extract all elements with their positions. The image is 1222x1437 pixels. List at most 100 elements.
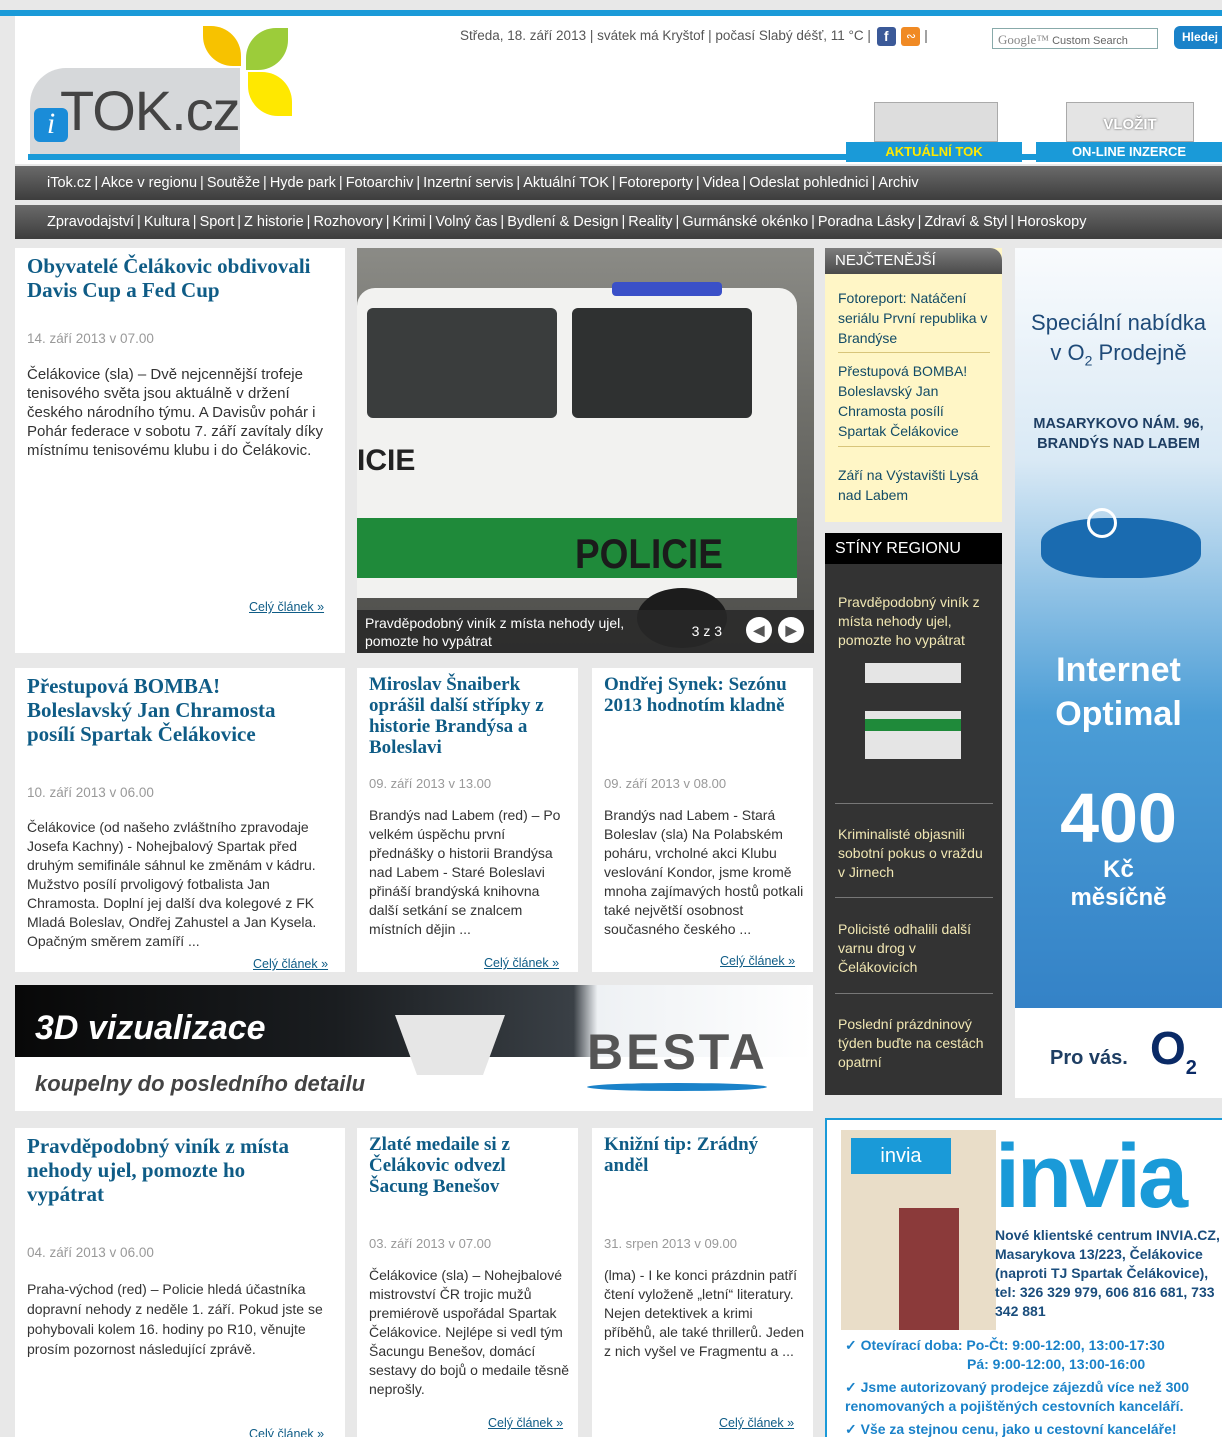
article-perex: Čelákovice (sla) – Nohejbalové mistrovst…	[369, 1267, 570, 1397]
article-title[interactable]: Ondřej Synek: Sezónu 2013 hodnotím kladn…	[604, 674, 804, 716]
stiny-item[interactable]: Kriminalisté objasnili sobotní pokus o v…	[838, 825, 993, 882]
site-logo[interactable]: TOK.cz	[60, 78, 241, 143]
nav-separator: |	[94, 175, 99, 191]
article-perex: Čelákovice (od našeho zvláštního zpravod…	[27, 819, 317, 949]
article-card: Ondřej Synek: Sezónu 2013 hodnotím kladn…	[592, 668, 813, 972]
main-nav-item[interactable]: Aktuální TOK	[523, 175, 609, 191]
nav-separator: |	[416, 175, 421, 191]
nav-separator: |	[742, 175, 747, 191]
article-perex: (lma) - I ke konci prázdnin patří čtení …	[604, 1267, 805, 1359]
nav-separator: |	[871, 175, 876, 191]
section-nav-item[interactable]: Horoskopy	[1017, 214, 1086, 230]
section-nav-item[interactable]: Bydlení & Design	[507, 214, 618, 230]
storefront-photo: invia	[841, 1130, 996, 1330]
nav-separator: |	[675, 214, 680, 230]
article-perex: Brandýs nad Labem - Stará Boleslav (sla)…	[604, 807, 804, 937]
main-nav-item[interactable]: Odeslat pohlednici	[749, 175, 868, 191]
article-title[interactable]: Miroslav Šnaiberk oprášil další střípky …	[369, 674, 569, 758]
search-input[interactable]: Google™ Custom Search	[992, 28, 1158, 49]
nav-separator: |	[500, 214, 505, 230]
article-title[interactable]: Obyvatelé Čelákovic obdivovali Davis Cup…	[27, 254, 327, 302]
search-button[interactable]: Hledej	[1174, 26, 1222, 49]
next-arrow-icon[interactable]: ▶	[778, 617, 804, 643]
stiny-item[interactable]: Policisté odhalili další varnu drog v Če…	[838, 920, 993, 977]
article-title[interactable]: Pravděpodobný viník z místa nehody ujel,…	[27, 1134, 327, 1206]
nav-separator: |	[428, 214, 433, 230]
main-nav-item[interactable]: Akce v regionu	[101, 175, 197, 191]
section-nav-item[interactable]: Z historie	[244, 214, 304, 230]
section-nav-item[interactable]: Kultura	[144, 214, 190, 230]
nav-separator: |	[306, 214, 311, 230]
stiny-item[interactable]: Poslední prázdninový týden buďte na cest…	[838, 1015, 993, 1072]
article-date: 14. září 2013 v 07.00	[27, 331, 154, 346]
section-nav-item[interactable]: Zdraví & Styl	[924, 214, 1007, 230]
besta-banner[interactable]: 3D vizualizace BESTA koupelny do posledn…	[15, 985, 813, 1111]
hero-slideshow[interactable]: ICIE POLICIE Pravděpodobný viník z místa…	[357, 248, 814, 653]
article-date: 10. září 2013 v 06.00	[27, 785, 154, 800]
paper-boat-icon	[395, 1015, 505, 1075]
rss-icon[interactable]: ∾	[901, 27, 921, 46]
main-nav-item[interactable]: Fotoreporty	[619, 175, 693, 191]
read-more-link[interactable]: Celý článek »	[249, 600, 324, 614]
online-inzerce-banner[interactable]: VLOŽIT ON-LINE INZERCE	[1036, 102, 1222, 162]
hero-image-text: ICIE	[357, 444, 416, 477]
aktualni-tok-banner[interactable]: AKTUÁLNÍ TOK	[846, 102, 1022, 162]
section-nav-item[interactable]: Krimi	[393, 214, 426, 230]
read-more-link[interactable]: Celý článek »	[716, 954, 796, 968]
section-nav-item[interactable]: Sport	[200, 214, 235, 230]
most-read-item[interactable]: Přestupová BOMBA! Boleslavský Jan Chramo…	[838, 361, 990, 441]
section-nav-item[interactable]: Reality	[628, 214, 672, 230]
nav-separator: |	[137, 214, 141, 230]
read-more-link[interactable]: Celý článek »	[484, 956, 559, 970]
section-nav-item[interactable]: Poradna Lásky	[818, 214, 915, 230]
google-logo: Google™	[998, 32, 1050, 47]
online-inzerce-label: ON-LINE INZERCE	[1036, 142, 1222, 162]
invia-advertisement[interactable]: invia invia Nové klientské centrum INVIA…	[825, 1118, 1222, 1437]
main-nav-item[interactable]: Videa	[703, 175, 740, 191]
prev-arrow-icon[interactable]: ◀	[746, 617, 772, 643]
nav-separator: |	[1010, 214, 1015, 230]
most-read-box: NEJČTENĚJŠÍ Fotoreport: Natáčení seriálu…	[825, 248, 1002, 522]
main-nav-item[interactable]: iTok.cz	[47, 175, 91, 191]
article-title[interactable]: Zlaté medaile si z Čelákovic odvezl Šacu…	[369, 1134, 569, 1197]
o2-advertisement[interactable]: Speciální nabídka v O2 Prodejně MASARYKOV…	[1015, 248, 1222, 1098]
article-date: 03. září 2013 v 07.00	[369, 1236, 492, 1251]
most-read-item[interactable]: Fotoreport: Natáčení seriálu První repub…	[838, 288, 990, 348]
magazine-thumbnail	[874, 102, 998, 142]
main-nav-item[interactable]: Soutěže	[207, 175, 260, 191]
read-more-link[interactable]: Celý článek »	[719, 1416, 794, 1430]
article-date: 09. září 2013 v 13.00	[369, 776, 492, 791]
date-weather-line: Středa, 18. září 2013 | svátek má Kryšto…	[460, 27, 928, 46]
most-read-item[interactable]: Září na Výstavišti Lysá nad Labem	[838, 465, 990, 505]
section-nav-item[interactable]: Rozhovory	[313, 214, 382, 230]
nav-separator: |	[200, 175, 204, 191]
section-nav-item[interactable]: Volný čas	[435, 214, 497, 230]
nav-separator: |	[516, 175, 521, 191]
main-nav-item[interactable]: Archiv	[878, 175, 918, 191]
slide-counter: 3 z 3	[691, 623, 722, 639]
vlozit-image: VLOŽIT	[1066, 102, 1194, 142]
price: 400	[1060, 779, 1177, 857]
stiny-regionu-box: STÍNY REGIONU Pravděpodobný viník z míst…	[825, 533, 1002, 1095]
main-nav-item[interactable]: Inzertní servis	[423, 175, 513, 191]
article-title[interactable]: Knižní tip: Zrádný anděl	[604, 1134, 804, 1176]
besta-logo: BESTA	[587, 1024, 768, 1080]
most-read-heading: NEJČTENĚJŠÍ	[825, 248, 1002, 274]
read-more-link[interactable]: Celý článek »	[249, 957, 329, 971]
facebook-icon[interactable]: f	[876, 27, 896, 46]
date-line: Středa, 18. září 2013 | svátek má Kryšto…	[460, 28, 871, 44]
section-nav-item[interactable]: Zpravodajství	[47, 214, 134, 230]
article-title[interactable]: Přestupová BOMBA! Boleslavský Jan Chramo…	[27, 674, 327, 746]
location-pin-icon	[1087, 508, 1117, 538]
main-nav-item[interactable]: Hyde park	[270, 175, 336, 191]
article-perex: Brandýs nad Labem (red) – Po velkém úspě…	[369, 807, 561, 937]
stiny-thumbnail[interactable]	[865, 663, 961, 759]
article-date: 04. září 2013 v 06.00	[27, 1245, 154, 1260]
read-more-link[interactable]: Celý článek »	[484, 1416, 564, 1430]
main-nav-item[interactable]: Fotoarchiv	[346, 175, 414, 191]
section-nav-item[interactable]: Gurmánské okénko	[682, 214, 808, 230]
stiny-item[interactable]: Pravděpodobný viník z místa nehody ujel,…	[838, 593, 993, 650]
aktualni-tok-label: AKTUÁLNÍ TOK	[846, 142, 1022, 162]
stiny-heading: STÍNY REGIONU	[825, 533, 1002, 564]
read-more-link[interactable]: Celý článek »	[249, 1427, 324, 1437]
